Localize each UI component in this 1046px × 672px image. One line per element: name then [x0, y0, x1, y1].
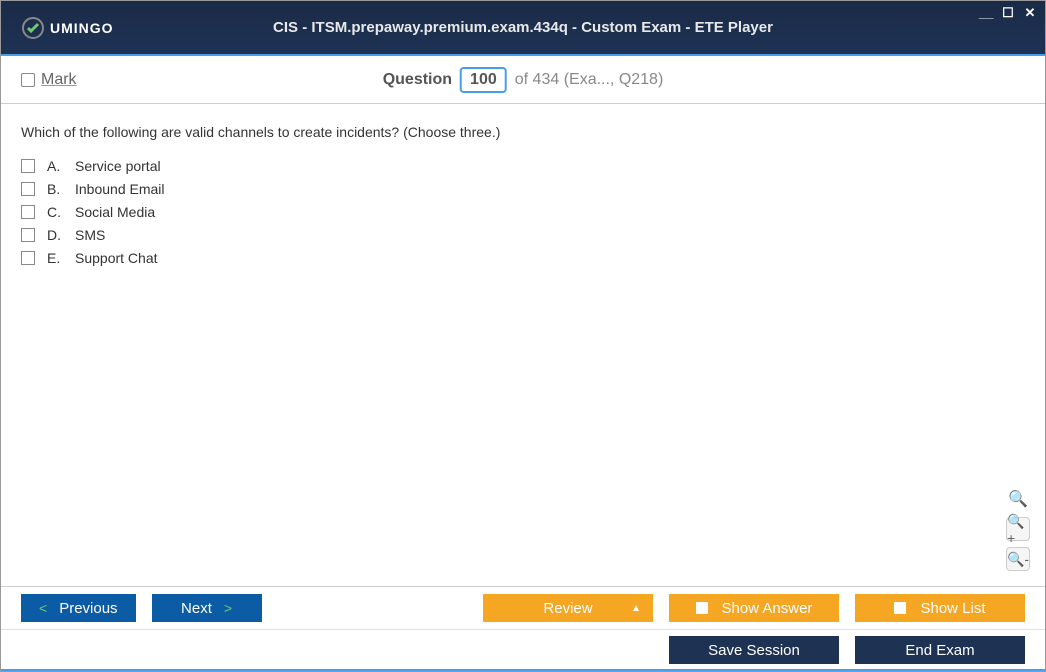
- action-row: Save Session End Exam: [1, 629, 1045, 671]
- square-icon: [894, 602, 906, 614]
- option-c[interactable]: C. Social Media: [21, 204, 1025, 220]
- brand-text: UMINGO: [50, 20, 114, 36]
- option-checkbox[interactable]: [21, 251, 35, 265]
- option-text: SMS: [75, 227, 105, 243]
- show-list-button[interactable]: Show List: [855, 594, 1025, 622]
- option-text: Service portal: [75, 158, 161, 174]
- option-text: Social Media: [75, 204, 155, 220]
- minimize-icon[interactable]: __: [979, 5, 993, 21]
- zoom-controls: 🔍 🔍+ 🔍-: [1006, 487, 1030, 571]
- option-checkbox[interactable]: [21, 228, 35, 242]
- option-e[interactable]: E. Support Chat: [21, 250, 1025, 266]
- nav-row: < Previous Next > Review ▲ Show Answer S…: [1, 587, 1045, 629]
- save-session-button[interactable]: Save Session: [669, 636, 839, 664]
- app-title: CIS - ITSM.prepaway.premium.exam.434q - …: [273, 19, 773, 36]
- next-label: Next: [181, 600, 212, 617]
- show-answer-button[interactable]: Show Answer: [669, 594, 839, 622]
- previous-button[interactable]: < Previous: [21, 594, 136, 622]
- show-list-label: Show List: [920, 600, 985, 617]
- content-area: Which of the following are valid channel…: [1, 104, 1045, 586]
- search-icon[interactable]: 🔍: [1006, 487, 1030, 511]
- option-letter: E.: [47, 250, 63, 266]
- question-total: of 434 (Exa..., Q218): [515, 71, 664, 89]
- next-button[interactable]: Next >: [152, 594, 262, 622]
- previous-label: Previous: [59, 600, 117, 617]
- option-checkbox[interactable]: [21, 205, 35, 219]
- show-answer-label: Show Answer: [722, 600, 813, 617]
- question-header: Mark Question 100 of 434 (Exa..., Q218): [1, 56, 1045, 104]
- zoom-out-button[interactable]: 🔍-: [1006, 547, 1030, 571]
- mark-label: Mark: [41, 71, 77, 89]
- square-icon: [696, 602, 708, 614]
- option-d[interactable]: D. SMS: [21, 227, 1025, 243]
- option-a[interactable]: A. Service portal: [21, 158, 1025, 174]
- option-letter: B.: [47, 181, 63, 197]
- logo-check-icon: [21, 16, 45, 40]
- maximize-icon[interactable]: ☐: [1001, 5, 1015, 21]
- option-checkbox[interactable]: [21, 159, 35, 173]
- footer: < Previous Next > Review ▲ Show Answer S…: [1, 586, 1045, 671]
- option-letter: C.: [47, 204, 63, 220]
- question-info: Question 100 of 434 (Exa..., Q218): [383, 67, 664, 93]
- review-label: Review: [543, 600, 592, 617]
- close-icon[interactable]: ✕: [1023, 5, 1037, 21]
- window-controls: __ ☐ ✕: [979, 5, 1037, 21]
- chevron-left-icon: <: [39, 600, 47, 616]
- option-text: Support Chat: [75, 250, 158, 266]
- question-text: Which of the following are valid channel…: [21, 124, 1025, 140]
- options-list: A. Service portal B. Inbound Email C. So…: [21, 158, 1025, 266]
- end-exam-button[interactable]: End Exam: [855, 636, 1025, 664]
- option-letter: A.: [47, 158, 63, 174]
- question-label: Question: [383, 71, 452, 89]
- titlebar: UMINGO CIS - ITSM.prepaway.premium.exam.…: [1, 1, 1045, 56]
- triangle-up-icon: ▲: [631, 603, 641, 614]
- question-number-input[interactable]: 100: [460, 67, 507, 93]
- option-text: Inbound Email: [75, 181, 165, 197]
- option-letter: D.: [47, 227, 63, 243]
- review-button[interactable]: Review ▲: [483, 594, 653, 622]
- mark-section[interactable]: Mark: [21, 71, 77, 89]
- app-logo: UMINGO: [21, 16, 114, 40]
- mark-checkbox[interactable]: [21, 73, 35, 87]
- option-checkbox[interactable]: [21, 182, 35, 196]
- chevron-right-icon: >: [224, 600, 232, 616]
- option-b[interactable]: B. Inbound Email: [21, 181, 1025, 197]
- zoom-in-button[interactable]: 🔍+: [1006, 517, 1030, 541]
